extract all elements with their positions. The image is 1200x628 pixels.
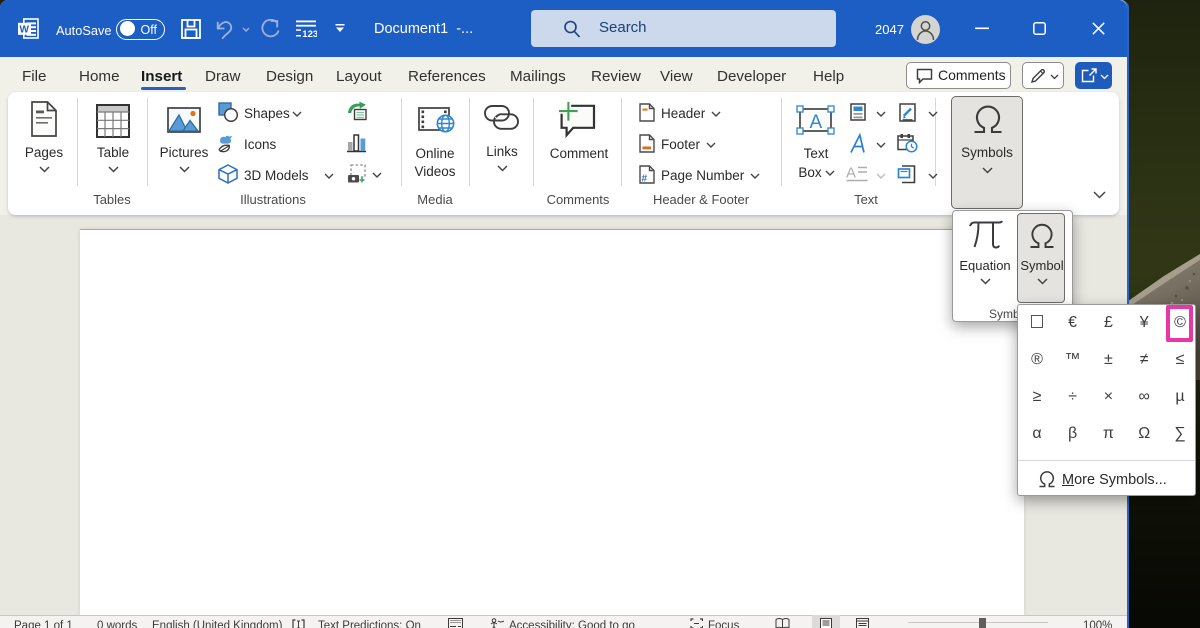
svg-text:W: W [20, 25, 30, 36]
svg-text:#: # [642, 174, 648, 185]
svg-text:A: A [810, 112, 823, 133]
svg-text:A: A [846, 165, 856, 182]
svg-text:123: 123 [302, 29, 317, 38]
